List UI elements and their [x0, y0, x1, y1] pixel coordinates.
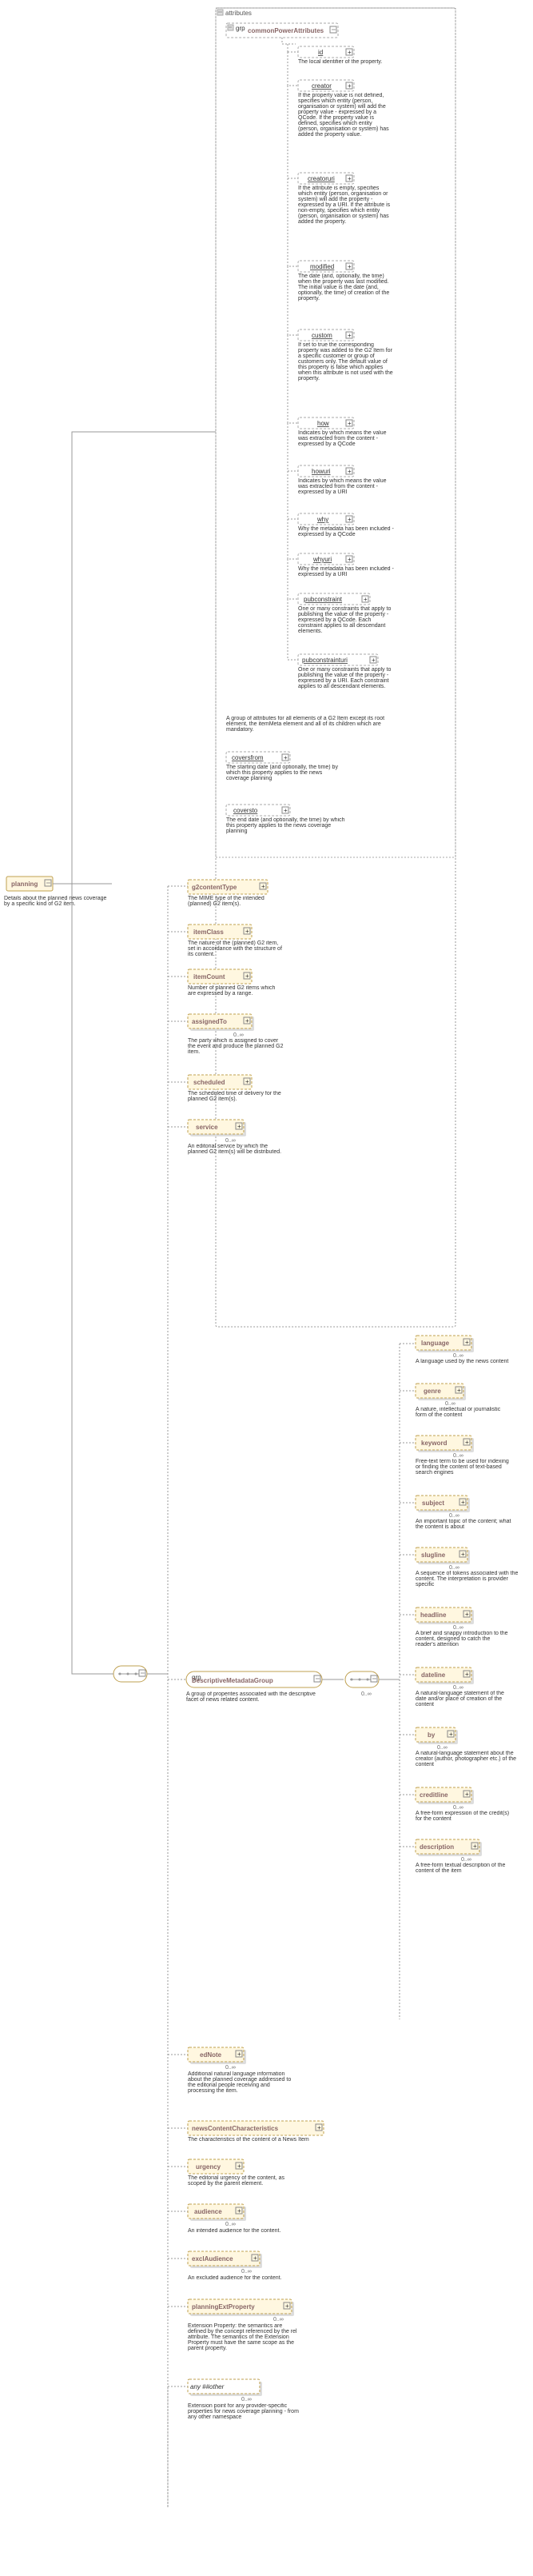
svg-text:+: + — [348, 175, 352, 182]
svg-text:by: by — [428, 1731, 436, 1739]
svg-text:0..∞: 0..∞ — [449, 1565, 459, 1571]
svg-text:+: + — [348, 468, 352, 475]
svg-text:+: + — [317, 2124, 321, 2131]
svg-text:0..∞: 0..∞ — [453, 1625, 463, 1631]
svg-text:0..∞: 0..∞ — [453, 1353, 463, 1359]
svg-text:any ##other: any ##other — [190, 2383, 225, 2390]
svg-text:+: + — [461, 1499, 465, 1506]
svg-text:planningExtProperty: planningExtProperty — [192, 2303, 255, 2310]
svg-text:+: + — [245, 972, 249, 980]
svg-text:0..∞: 0..∞ — [225, 2222, 236, 2227]
svg-text:0..∞: 0..∞ — [241, 2269, 252, 2274]
svg-text:how: how — [317, 420, 329, 427]
svg-text:+: + — [245, 928, 249, 935]
svg-text:newsContentCharacteristics: newsContentCharacteristics — [192, 2125, 279, 2132]
svg-text:dateline: dateline — [421, 1671, 446, 1679]
svg-text:genre: genre — [424, 1388, 441, 1395]
svg-text:service: service — [196, 1124, 218, 1131]
svg-text:+: + — [457, 1387, 461, 1394]
svg-text:+: + — [449, 1731, 453, 1738]
svg-text:+: + — [348, 332, 352, 339]
svg-text:0..∞: 0..∞ — [437, 1745, 447, 1751]
svg-text:creditline: creditline — [420, 1791, 448, 1799]
svg-text:coversto: coversto — [233, 807, 258, 814]
svg-text:coversfrom: coversfrom — [232, 754, 264, 761]
attributes-header: attributes — [225, 10, 252, 17]
svg-text:itemCount: itemCount — [193, 973, 225, 980]
svg-text:+: + — [465, 1791, 469, 1798]
svg-text:scheduled: scheduled — [193, 1079, 225, 1086]
svg-text:+: + — [348, 82, 352, 90]
svg-text:edNote: edNote — [200, 2051, 222, 2059]
dm-seq-occ: 0..∞ — [361, 1691, 372, 1697]
svg-text:+: + — [245, 1078, 249, 1085]
svg-text:+: + — [348, 420, 352, 427]
svg-text:pubconstraint: pubconstraint — [304, 596, 343, 603]
commonPowerAttributes-label: commonPowerAttributes — [248, 27, 324, 34]
svg-text:planning: planning — [11, 881, 38, 888]
svg-text:why: why — [316, 516, 328, 523]
svg-text:0..∞: 0..∞ — [461, 1857, 471, 1863]
svg-text:howuri: howuri — [312, 468, 331, 475]
svg-text:description: description — [420, 1843, 454, 1851]
svg-text:+: + — [284, 807, 288, 814]
svg-text:+: + — [364, 596, 368, 603]
svg-text:creatoruri: creatoruri — [308, 175, 335, 182]
svg-text:+: + — [465, 1439, 469, 1446]
svg-text:+: + — [465, 1611, 469, 1618]
svg-text:keyword: keyword — [421, 1440, 447, 1447]
svg-text:+: + — [284, 754, 288, 761]
svg-text:0..∞: 0..∞ — [241, 2397, 252, 2402]
svg-text:assignedTo: assignedTo — [192, 1018, 227, 1025]
svg-text:exclAudience: exclAudience — [192, 2255, 233, 2262]
svg-text:0..∞: 0..∞ — [445, 1401, 455, 1407]
svg-text:custom: custom — [312, 332, 332, 339]
grp-label: grp — [236, 25, 245, 32]
svg-text:whyuri: whyuri — [312, 556, 332, 563]
svg-text:+: + — [237, 1123, 241, 1130]
svg-text:pubconstrainturi: pubconstrainturi — [302, 657, 348, 664]
svg-text:+: + — [237, 2051, 241, 2058]
svg-text:itemClass: itemClass — [193, 929, 224, 936]
svg-text:audience: audience — [194, 2208, 222, 2215]
svg-text:+: + — [372, 657, 376, 664]
svg-text:creator: creator — [312, 82, 332, 90]
svg-text:+: + — [285, 2302, 289, 2310]
svg-text:id: id — [318, 49, 323, 56]
svg-text:+: + — [245, 1017, 249, 1024]
svg-text:subject: subject — [422, 1500, 444, 1507]
svg-text:+: + — [465, 1339, 469, 1346]
svg-text:headline: headline — [420, 1611, 447, 1619]
svg-text:modified: modified — [310, 263, 334, 270]
svg-text:+: + — [348, 49, 352, 56]
svg-text:0..∞: 0..∞ — [453, 1685, 463, 1691]
planning-desc: Details about the planned news coverage … — [4, 896, 108, 907]
svg-text:0..∞: 0..∞ — [453, 1453, 463, 1459]
svg-text:+: + — [237, 2207, 241, 2215]
svg-text:+: + — [237, 2163, 241, 2170]
svg-text:+: + — [261, 883, 265, 890]
svg-text:0..∞: 0..∞ — [225, 1138, 236, 1144]
attr-desc: The local identifier of the property. — [298, 59, 394, 65]
svg-text:+: + — [465, 1671, 469, 1678]
svg-text:+: + — [348, 263, 352, 270]
svg-text:+: + — [348, 556, 352, 563]
svg-text:0..∞: 0..∞ — [273, 2317, 284, 2322]
svg-text:+: + — [473, 1843, 477, 1850]
svg-text:g2contentType: g2contentType — [192, 884, 237, 891]
svg-text:0..∞: 0..∞ — [449, 1513, 459, 1519]
svg-text:DescriptiveMetadataGroup: DescriptiveMetadataGroup — [192, 1677, 273, 1684]
svg-text:+: + — [348, 516, 352, 523]
svg-text:+: + — [253, 2254, 257, 2262]
svg-text:urgency: urgency — [196, 2163, 221, 2171]
svg-text:+: + — [461, 1551, 465, 1558]
svg-text:0..∞: 0..∞ — [225, 2065, 236, 2071]
svg-text:slugline: slugline — [421, 1552, 446, 1559]
svg-text:language: language — [421, 1340, 450, 1347]
svg-text:0..∞: 0..∞ — [233, 1032, 244, 1038]
svg-text:0..∞: 0..∞ — [453, 1805, 463, 1811]
common-group-desc: A group of attributes for all elements o… — [226, 716, 386, 733]
